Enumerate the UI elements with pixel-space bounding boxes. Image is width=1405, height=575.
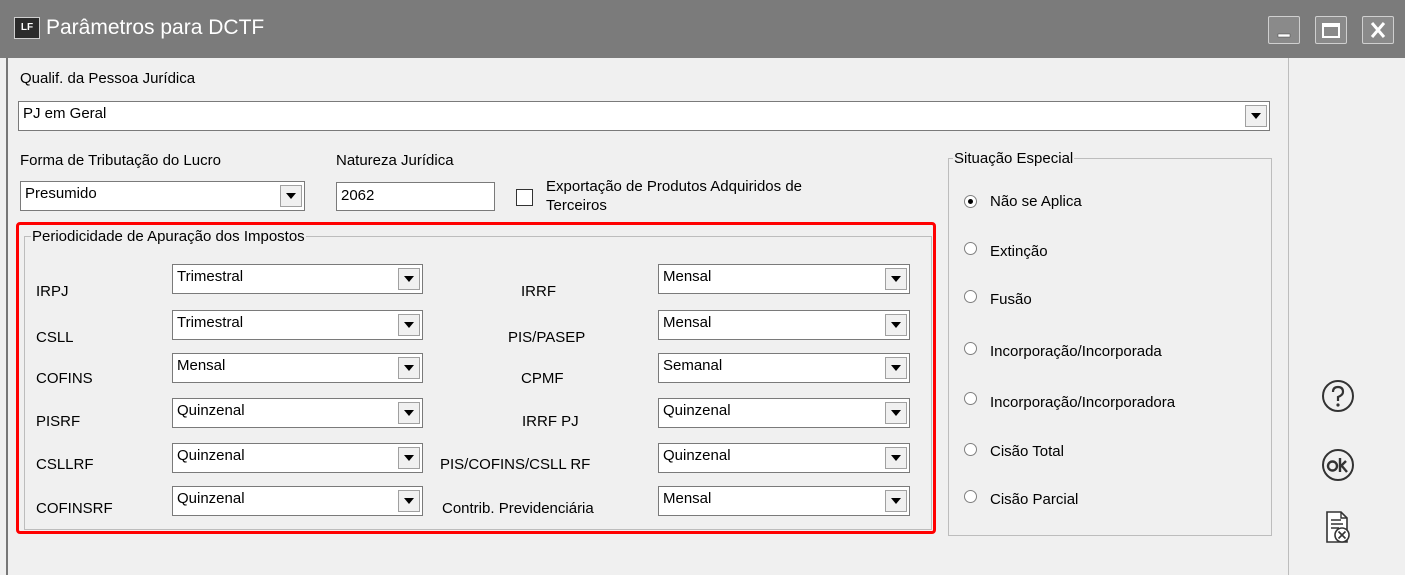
radio-incorporada[interactable] (964, 342, 977, 355)
forma-label: Forma de Tributação do Lucro (20, 152, 221, 169)
exportacao-label-line1: Exportação de Produtos Adquiridos de (546, 178, 803, 195)
cpmf-select[interactable]: Semanal (658, 353, 910, 383)
forma-value: Presumido (25, 185, 97, 202)
chevron-down-icon[interactable] (398, 447, 420, 469)
cofinsrf-value: Quinzenal (177, 490, 245, 507)
pispasep-select[interactable]: Mensal (658, 310, 910, 340)
minimize-icon (1277, 33, 1291, 38)
natureza-input[interactable]: 2062 (336, 182, 495, 211)
dctf-dialog: LF Parâmetros para DCTF Qualif. da Pesso… (0, 0, 1405, 575)
situacao-legend: Situação Especial (954, 150, 1074, 167)
radio-fusao[interactable] (964, 290, 977, 303)
cofins-label: COFINS (36, 370, 93, 387)
irrf-select[interactable]: Mensal (658, 264, 910, 294)
window-title: Parâmetros para DCTF (46, 16, 265, 39)
irrfpj-label: IRRF PJ (522, 413, 579, 430)
cofinsrf-select[interactable]: Quinzenal (172, 486, 423, 516)
piscofinscsllrf-value: Quinzenal (663, 447, 731, 464)
qualif-select[interactable]: PJ em Geral (18, 101, 1270, 131)
pispasep-label: PIS/PASEP (508, 329, 586, 346)
forma-select[interactable]: Presumido (20, 181, 305, 211)
chevron-down-icon[interactable] (1245, 105, 1267, 127)
radio-cisao-total[interactable] (964, 443, 977, 456)
chevron-down-icon[interactable] (398, 314, 420, 336)
nao-se-aplica-label: Não se Aplica (990, 193, 1082, 210)
csll-select[interactable]: Trimestral (172, 310, 423, 340)
irrfpj-select[interactable]: Quinzenal (658, 398, 910, 428)
cpmf-label: CPMF (521, 370, 564, 387)
chevron-down-icon[interactable] (280, 185, 302, 207)
contrib-previdenciaria-value: Mensal (663, 490, 712, 507)
chevron-down-icon[interactable] (885, 402, 907, 424)
chevron-down-icon[interactable] (885, 357, 907, 379)
cancel-document-icon (1326, 511, 1350, 543)
irrf-label: IRRF (521, 283, 556, 300)
close-icon (1370, 22, 1386, 38)
csllrf-select[interactable]: Quinzenal (172, 443, 423, 473)
incorporadora-label: Incorporação/Incorporadora (990, 394, 1176, 411)
pisrf-label: PISRF (36, 413, 81, 430)
chevron-down-icon[interactable] (398, 490, 420, 512)
irpj-label: IRPJ (36, 283, 69, 300)
pisrf-select[interactable]: Quinzenal (172, 398, 423, 428)
radio-extincao[interactable] (964, 242, 977, 255)
incorporada-label: Incorporação/Incorporada (990, 343, 1162, 360)
help-icon (1322, 380, 1354, 412)
cancel-button[interactable] (1323, 510, 1353, 550)
qualif-value: PJ em Geral (23, 105, 107, 122)
exportacao-label-line2: Terceiros (546, 197, 607, 214)
radio-nao-se-aplica[interactable] (964, 195, 977, 208)
piscofinscsllrf-select[interactable]: Quinzenal (658, 443, 910, 473)
close-button[interactable] (1362, 16, 1394, 44)
irrf-value: Mensal (663, 268, 712, 285)
app-icon: LF (14, 17, 40, 39)
natureza-label: Natureza Jurídica (336, 152, 454, 169)
chevron-down-icon[interactable] (398, 268, 420, 290)
cisao-parcial-label: Cisão Parcial (990, 491, 1079, 508)
cofins-value: Mensal (177, 357, 226, 374)
irrfpj-value: Quinzenal (663, 402, 731, 419)
side-panel (1288, 58, 1405, 575)
csllrf-value: Quinzenal (177, 447, 245, 464)
fusao-label: Fusão (990, 291, 1032, 308)
chevron-down-icon[interactable] (885, 447, 907, 469)
pispasep-value: Mensal (663, 314, 712, 331)
piscofinscsllrf-label: PIS/COFINS/CSLL RF (440, 456, 591, 473)
radio-cisao-parcial[interactable] (964, 490, 977, 503)
contrib-previdenciaria-select[interactable]: Mensal (658, 486, 910, 516)
minimize-button[interactable] (1268, 16, 1300, 44)
help-button[interactable] (1321, 379, 1355, 417)
chevron-down-icon[interactable] (885, 268, 907, 290)
cisao-total-label: Cisão Total (990, 443, 1064, 460)
chevron-down-icon[interactable] (885, 314, 907, 336)
contrib-previdenciaria-label: Contrib. Previdenciária (442, 500, 594, 517)
pisrf-value: Quinzenal (177, 402, 245, 419)
title-bar[interactable]: LF Parâmetros para DCTF (0, 0, 1405, 58)
cofins-select[interactable]: Mensal (172, 353, 423, 383)
ok-button[interactable] (1321, 448, 1355, 486)
natureza-value: 2062 (341, 187, 375, 204)
maximize-icon (1322, 23, 1340, 38)
irpj-select[interactable]: Trimestral (172, 264, 423, 294)
cpmf-value: Semanal (663, 357, 723, 374)
csll-label: CSLL (36, 329, 74, 346)
cofinsrf-label: COFINSRF (36, 500, 113, 517)
csll-value: Trimestral (177, 314, 244, 331)
radio-incorporadora[interactable] (964, 392, 977, 405)
ok-icon (1322, 449, 1354, 481)
chevron-down-icon[interactable] (398, 357, 420, 379)
csllrf-label: CSLLRF (36, 456, 94, 473)
maximize-button[interactable] (1315, 16, 1347, 44)
extincao-label: Extinção (990, 243, 1048, 260)
left-border (6, 58, 8, 575)
qualif-label: Qualif. da Pessoa Jurídica (20, 70, 196, 87)
irpj-value: Trimestral (177, 268, 244, 285)
exportacao-checkbox[interactable] (516, 189, 533, 206)
chevron-down-icon[interactable] (398, 402, 420, 424)
chevron-down-icon[interactable] (885, 490, 907, 512)
